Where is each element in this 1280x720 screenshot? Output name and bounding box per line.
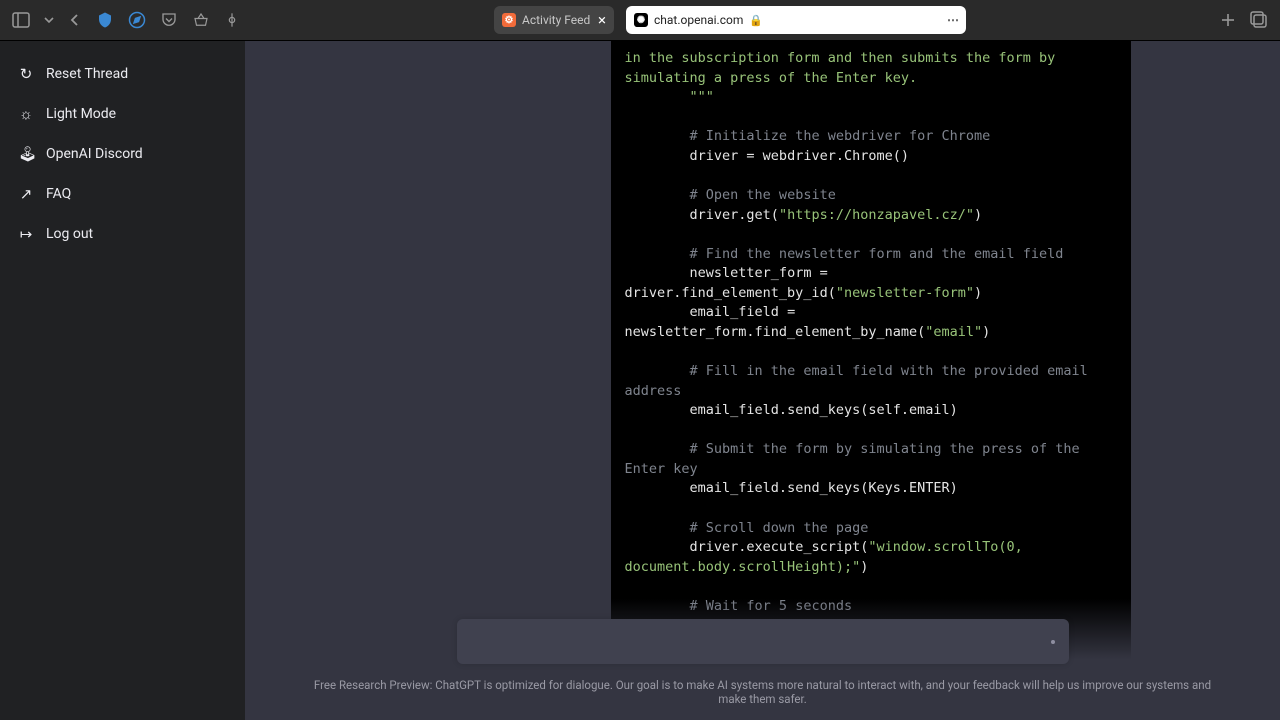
sidebar: ↻ Reset Thread ☼ Light Mode 🕹 OpenAI Dis… [0, 41, 245, 720]
code-string: "newsletter-form" [836, 285, 974, 301]
code-string: document.body.scrollHeight);" [625, 559, 861, 575]
reset-icon: ↻ [18, 65, 34, 83]
prompt-input-row[interactable] [457, 619, 1069, 664]
sidebar-item-logout[interactable]: ↦ Log out [8, 215, 237, 253]
logout-icon: ↦ [18, 225, 34, 243]
sidebar-item-label: Log out [46, 226, 93, 242]
code-text: email_field = newsletter_form.find_eleme… [625, 304, 926, 340]
code-block[interactable]: in the subscription form and then submit… [611, 41, 1131, 673]
code-comment: # Scroll down the page [625, 519, 1117, 539]
tab-favicon: ✺ [634, 13, 648, 27]
tab-label: Activity Feed [522, 13, 590, 27]
tab-label: chat.openai.com [654, 13, 743, 27]
sidebar-item-light-mode[interactable]: ☼ Light Mode [8, 95, 237, 133]
tabs-overview-icon[interactable] [1250, 11, 1268, 29]
compass-icon[interactable] [128, 11, 146, 29]
code-text: ) [982, 324, 990, 340]
code-text: email_field.send_keys(self.email) [625, 401, 1117, 421]
tab-close-icon[interactable]: × [598, 11, 606, 29]
browser-toolbar: ⚙ Activity Feed × ✺ chat.openai.com 🔒 ⋯ [0, 0, 1280, 41]
code-comment: # Submit the form by simulating the pres… [625, 440, 1117, 479]
code-comment: # Open the website [625, 186, 1117, 206]
tab-chat-openai[interactable]: ✺ chat.openai.com 🔒 ⋯ [626, 6, 966, 34]
send-icon[interactable] [1051, 640, 1055, 644]
basket-icon[interactable] [192, 11, 210, 29]
code-text: a press of the Enter key. [714, 70, 917, 86]
code-string: "email" [925, 324, 982, 340]
code-text: email_field.send_keys(Keys.ENTER) [625, 479, 1117, 499]
sidebar-item-discord[interactable]: 🕹 OpenAI Discord [8, 135, 237, 173]
disclaimer-text: Free Research Preview: ChatGPT is optimi… [313, 678, 1213, 706]
code-comment: # Find the newsletter form and the email… [625, 245, 1117, 265]
sidebar-item-label: Reset Thread [46, 66, 128, 82]
privacy-icon[interactable] [224, 12, 240, 28]
code-text: ) [974, 207, 982, 223]
tab-activity-feed[interactable]: ⚙ Activity Feed × [494, 6, 614, 34]
sun-icon: ☼ [18, 105, 34, 123]
code-text: ) [974, 285, 982, 301]
tab-more-icon[interactable]: ⋯ [947, 13, 958, 27]
code-text: newsletter_form = driver.find_element_by… [625, 265, 836, 301]
main-content: in the subscription form and then submit… [245, 41, 1280, 720]
tab-favicon: ⚙ [502, 13, 516, 27]
lock-icon: 🔒 [749, 14, 763, 27]
prompt-input[interactable] [471, 633, 1051, 650]
code-text: driver.execute_script( [625, 539, 869, 555]
code-string: "window.scrollTo(0, [868, 539, 1031, 555]
code-comment: # Initialize the webdriver for Chrome [625, 127, 1117, 147]
new-tab-icon[interactable] [1220, 12, 1236, 28]
code-comment: # Fill in the email field with the provi… [625, 362, 1117, 401]
shield-icon[interactable] [96, 11, 114, 29]
sidebar-item-faq[interactable]: ↗ FAQ [8, 175, 237, 213]
sidebar-item-reset[interactable]: ↻ Reset Thread [8, 55, 237, 93]
chevron-down-icon[interactable] [44, 15, 54, 25]
discord-icon: 🕹 [18, 145, 34, 163]
sidebar-item-label: FAQ [46, 186, 71, 202]
code-text: """ [625, 88, 1117, 108]
external-link-icon: ↗ [18, 185, 34, 203]
code-text: driver = webdriver.Chrome() [625, 147, 1117, 167]
sidebar-item-label: Light Mode [46, 106, 116, 122]
code-text: ) [860, 559, 868, 575]
sidebar-toggle-icon[interactable] [12, 11, 30, 29]
code-string: "https://honzapavel.cz/" [779, 207, 974, 223]
code-text: driver.get( [625, 207, 779, 223]
back-icon[interactable] [68, 13, 82, 27]
sidebar-item-label: OpenAI Discord [46, 146, 143, 162]
pocket-icon[interactable] [160, 11, 178, 29]
